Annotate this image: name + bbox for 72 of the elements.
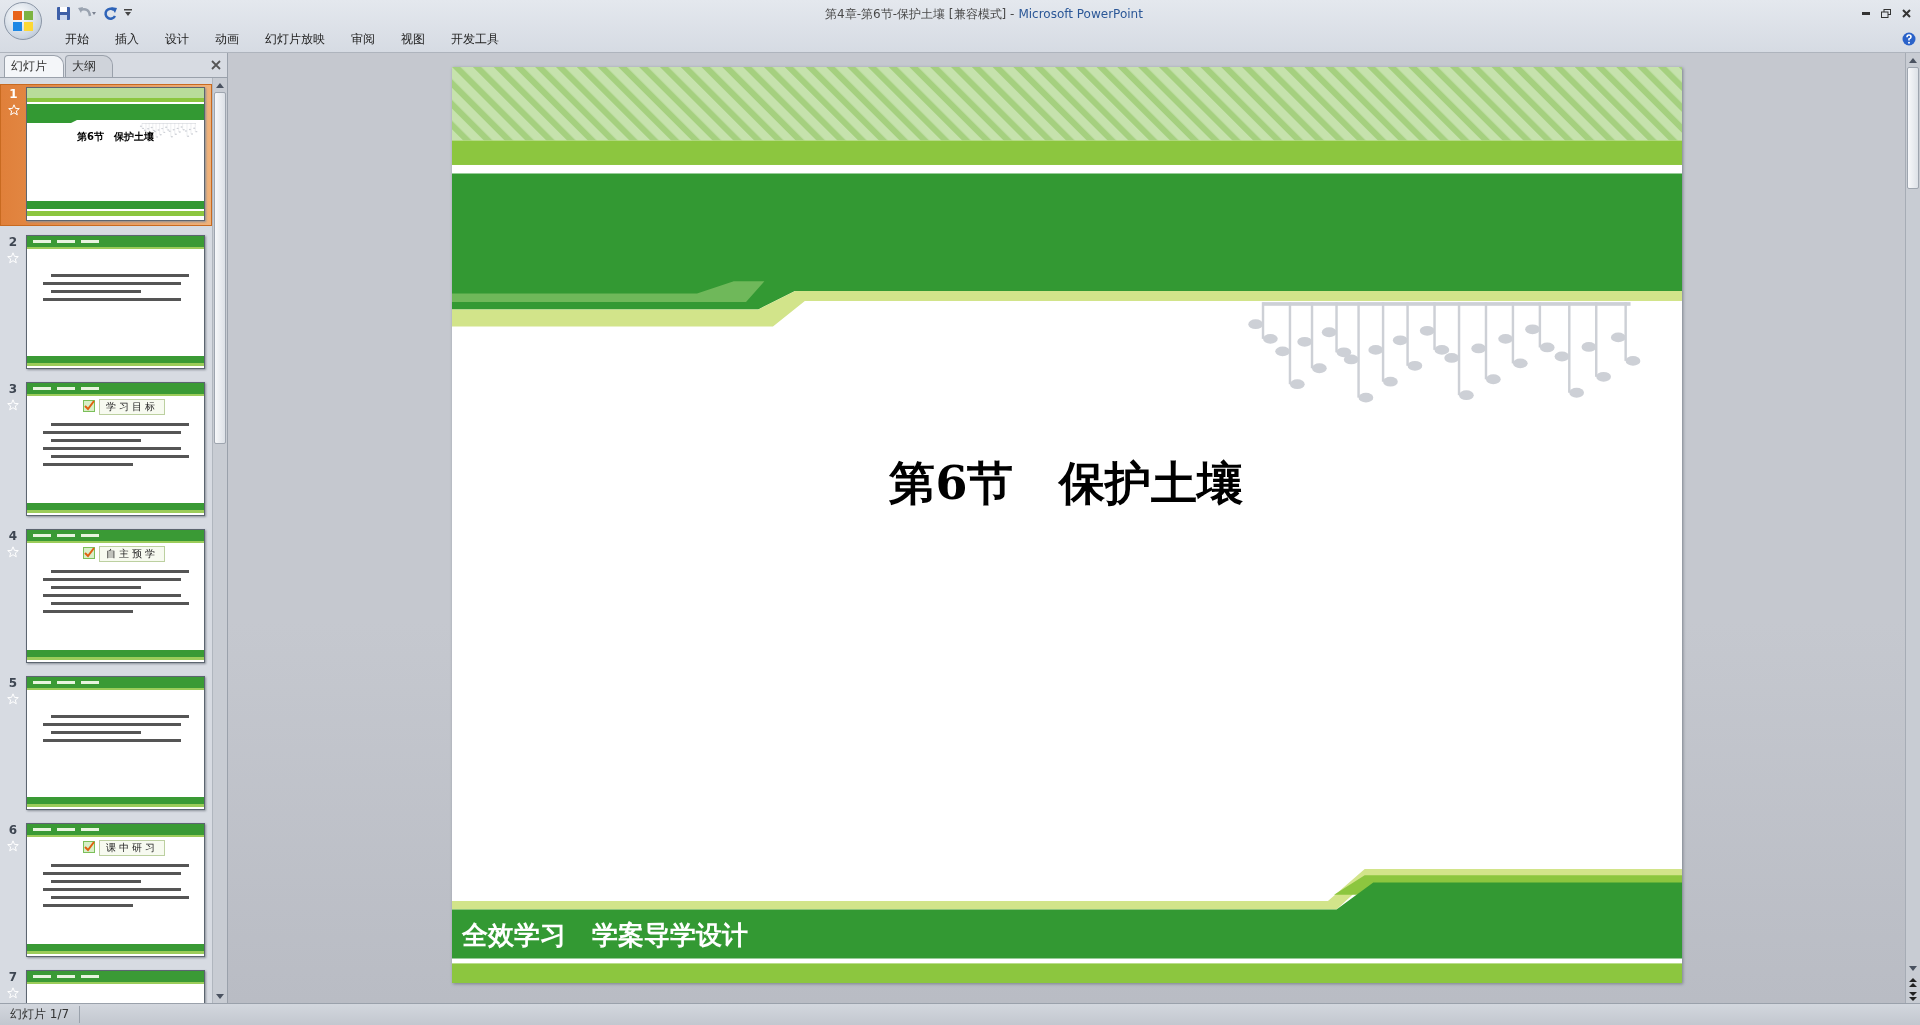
restore-button[interactable] [1878, 6, 1894, 20]
down-arrow-icon [1909, 965, 1917, 971]
double-down-arrow-icon [1909, 991, 1917, 1001]
slide-number: 5 [8, 676, 18, 690]
star-icon [7, 987, 19, 999]
close-pane-button[interactable] [211, 60, 221, 70]
star-icon [7, 546, 19, 558]
slide-thumbnail[interactable] [26, 235, 205, 369]
checkbox-icon [83, 400, 95, 412]
ribbon-tab[interactable]: 开发工具 [438, 27, 512, 51]
panel-tab[interactable]: 幻灯片 [4, 55, 64, 77]
app-name: Microsoft PowerPoint [1018, 7, 1143, 21]
slide-indicator: 幻灯片 1/7 [0, 1006, 81, 1023]
ribbon-tab[interactable]: 动画 [202, 27, 252, 51]
slide-number: 2 [8, 235, 18, 249]
thumbnail-row[interactable]: 1 第6节 保护土壤 [0, 84, 212, 226]
save-button[interactable] [56, 5, 71, 21]
panel-tab[interactable]: 大纲 [65, 55, 113, 77]
thumbnail-row[interactable]: 2 [0, 233, 212, 373]
window-title: 第4章-第6节-保护土壤 [兼容模式] - [825, 7, 1015, 21]
scrollbar-thumb[interactable] [214, 92, 226, 444]
ribbon-tab[interactable]: 视图 [388, 27, 438, 51]
close-icon [1901, 8, 1911, 18]
thumbnail-row[interactable]: 7 [0, 968, 212, 1003]
slide-number: 4 [8, 529, 18, 543]
customize-toolbar-button[interactable] [124, 9, 132, 17]
office-logo-icon [12, 10, 34, 32]
double-up-arrow-icon [1909, 977, 1917, 987]
thumbnail-heading: 课中研习 [99, 840, 165, 856]
help-button[interactable] [1902, 32, 1916, 46]
slide-number: 3 [8, 382, 18, 396]
minimize-icon [1862, 11, 1870, 15]
star-icon [7, 104, 20, 116]
dropdown-caret-icon [124, 9, 132, 17]
thumbnail-row[interactable]: 5 [0, 674, 212, 814]
thumbnail-title: 第6节 保护土壤 [76, 130, 155, 144]
help-icon [1902, 32, 1916, 46]
redo-arrow-icon [103, 5, 118, 21]
slide-thumbnail[interactable]: 第6节 保护土壤 [26, 87, 205, 221]
checkbox-icon [83, 841, 95, 853]
star-icon [7, 399, 19, 411]
thumbnail-heading: 自主预学 [99, 546, 165, 562]
redo-button[interactable] [103, 5, 118, 21]
slide-number: 1 [9, 87, 18, 101]
up-arrow-icon [1909, 57, 1917, 63]
slide-number: 7 [8, 970, 18, 984]
up-arrow-icon [216, 82, 224, 88]
star-icon [7, 840, 19, 852]
scrollbar-thumb[interactable] [1907, 67, 1919, 189]
star-icon [7, 252, 19, 264]
down-arrow-icon [216, 993, 224, 999]
ribbon-tab[interactable]: 幻灯片放映 [252, 27, 338, 51]
star-icon [7, 693, 19, 705]
thumbnail-row[interactable]: 3 学习目标 [0, 380, 212, 520]
slide-number: 6 [8, 823, 18, 837]
office-button[interactable] [4, 2, 42, 40]
slide-thumbnail[interactable]: 课中研习 [26, 823, 205, 957]
close-icon [211, 60, 221, 70]
thumbnail-row[interactable]: 4 自主预学 [0, 527, 212, 667]
slide-thumbnail[interactable]: 学习目标 [26, 382, 205, 516]
ribbon-tab[interactable]: 审阅 [338, 27, 388, 51]
thumbnail-heading: 学习目标 [99, 399, 165, 415]
slide-title: 第6节 保护土壤 [888, 454, 1245, 512]
ribbon-tab[interactable]: 开始 [52, 27, 102, 51]
thumbnail-row[interactable]: 6 课中研习 [0, 821, 212, 961]
slide-footer-text: 全效学习 学案导学设计 [461, 918, 748, 952]
restore-icon [1881, 8, 1891, 18]
ribbon-tab[interactable]: 设计 [152, 27, 202, 51]
slide-thumbnail[interactable] [26, 676, 205, 810]
checkbox-icon [83, 547, 95, 559]
ribbon-tab[interactable]: 插入 [102, 27, 152, 51]
slide-thumbnail[interactable]: 自主预学 [26, 529, 205, 663]
